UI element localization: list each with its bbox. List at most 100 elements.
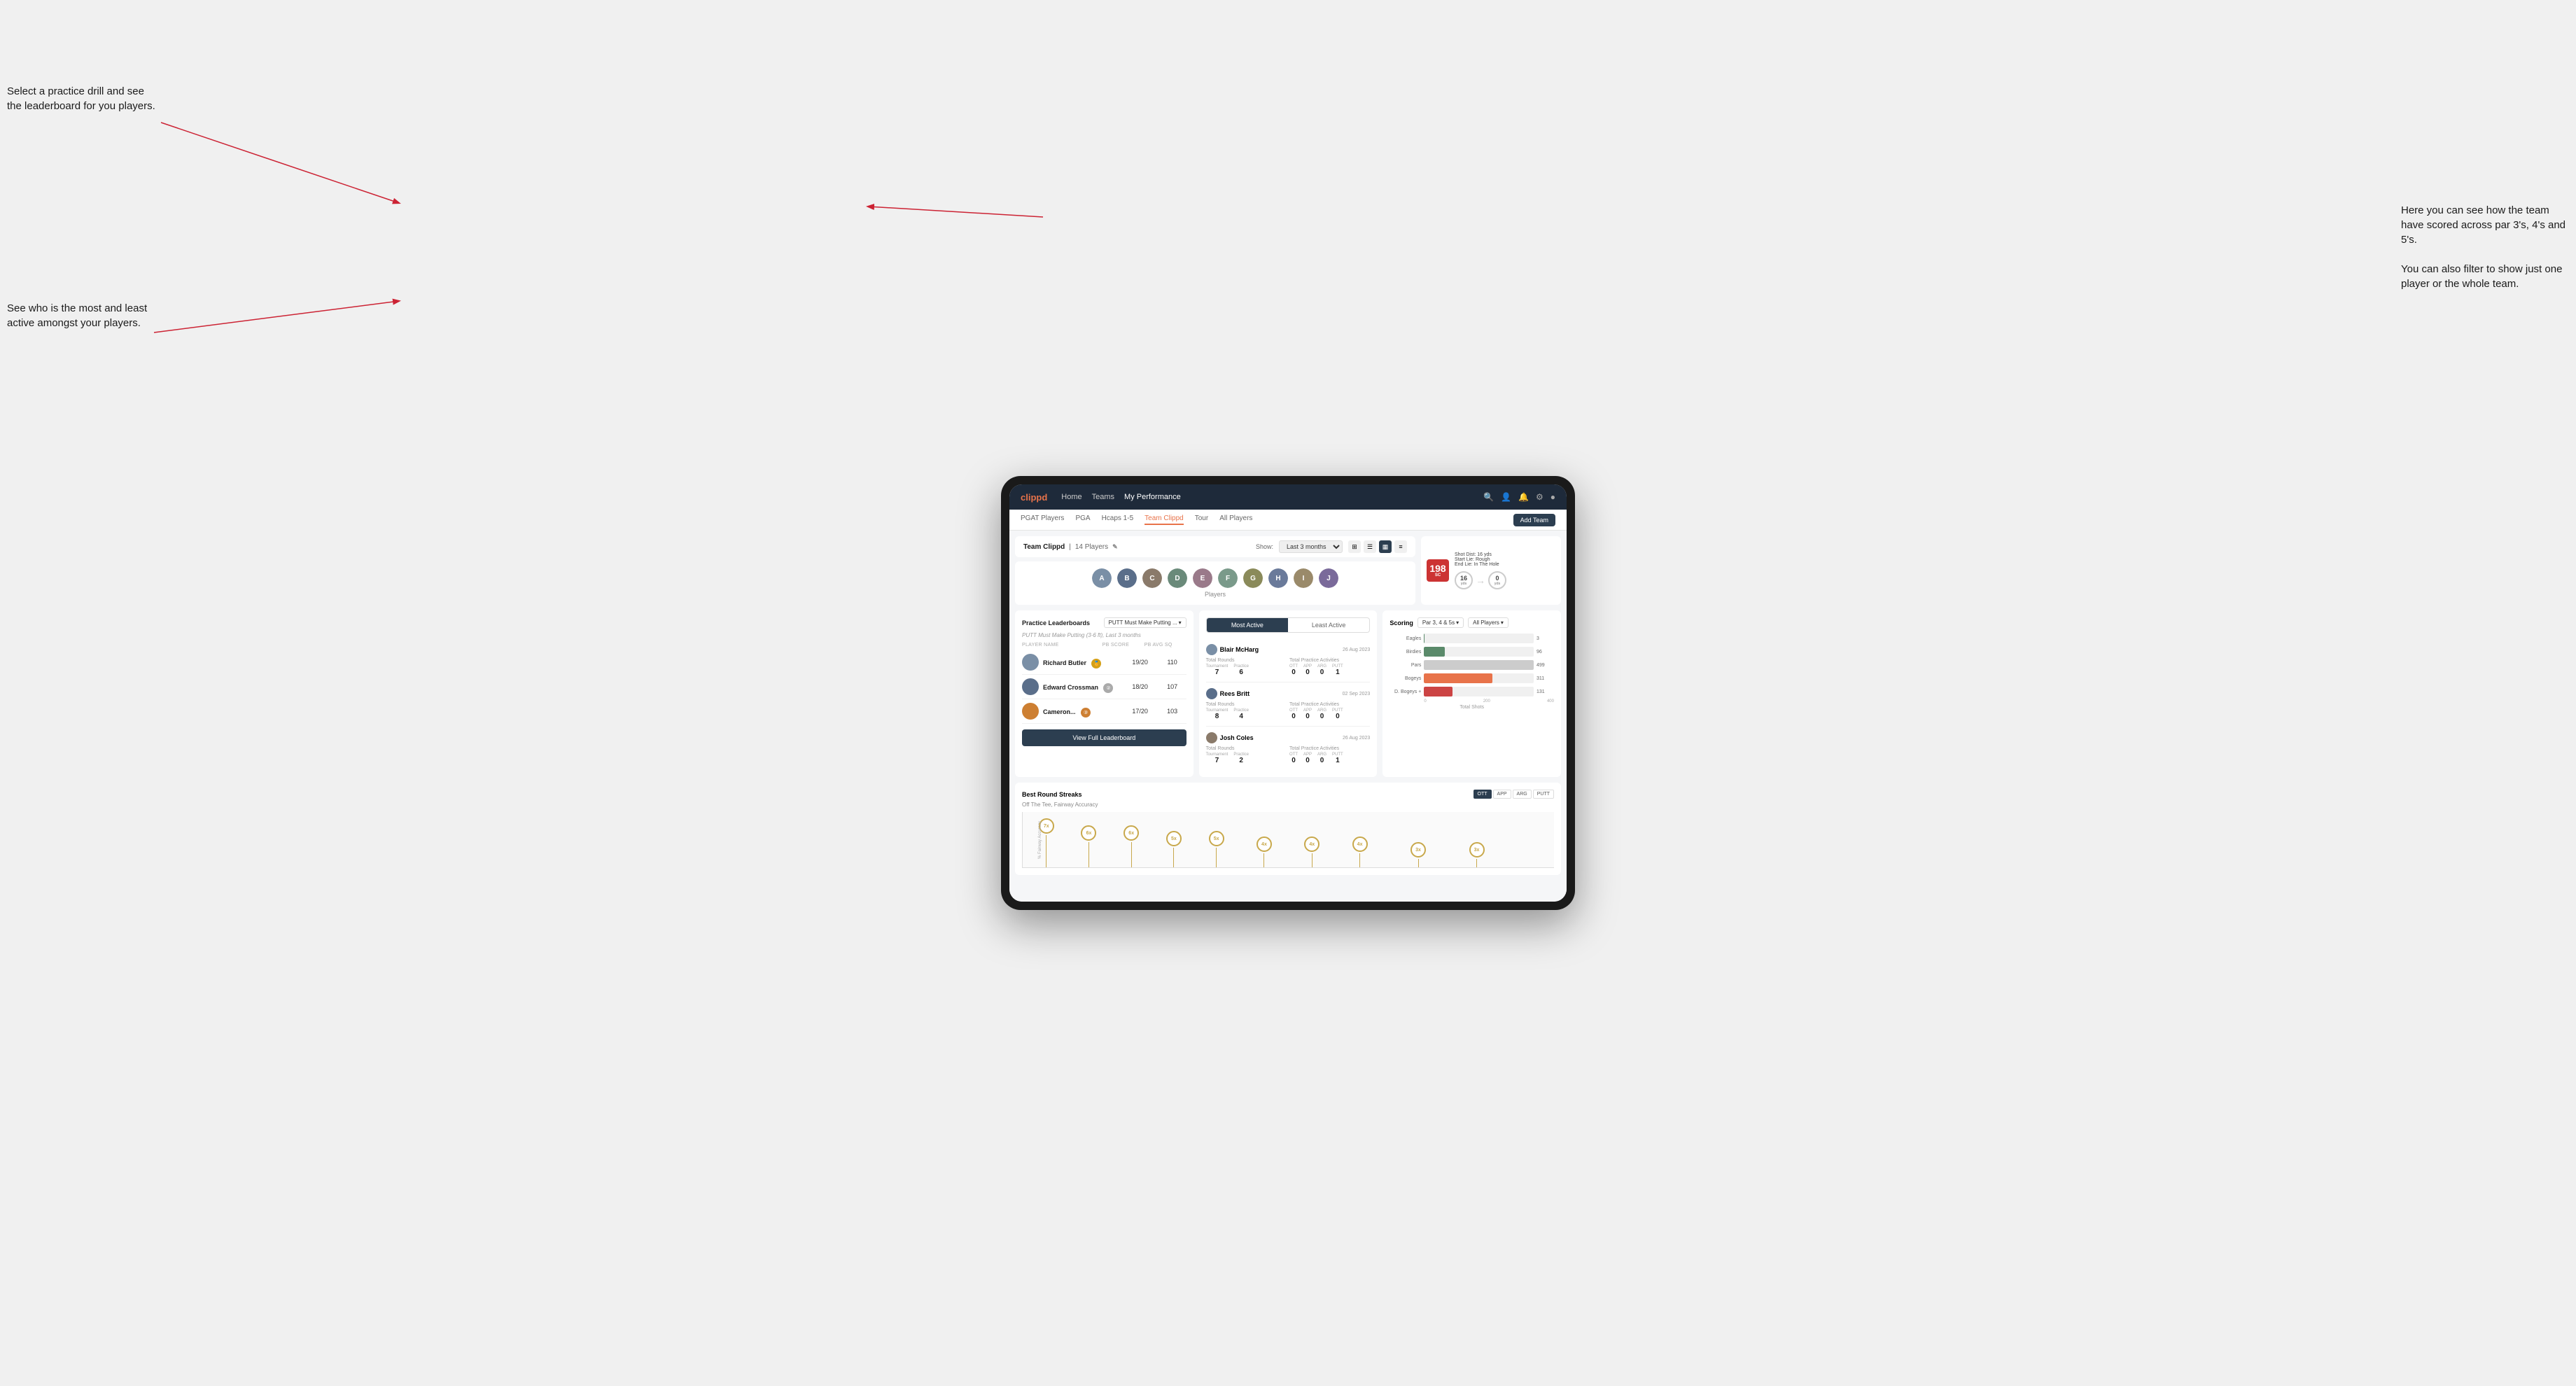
- add-team-button[interactable]: Add Team: [1513, 514, 1555, 526]
- nav-teams[interactable]: Teams: [1092, 493, 1114, 501]
- shot-number: 198: [1429, 564, 1446, 573]
- chevron-down-icon: ▾: [1179, 620, 1182, 626]
- shot-end-lie: End Lie: In The Hole: [1455, 562, 1506, 567]
- total-rounds-label-2: Total Rounds: [1206, 702, 1287, 707]
- avatar-2[interactable]: B: [1117, 568, 1137, 588]
- shot-dist: Shot Dist: 16 yds: [1455, 552, 1506, 557]
- dist-label-1: yds: [1461, 582, 1467, 586]
- avatar-4[interactable]: D: [1168, 568, 1187, 588]
- avatar-9[interactable]: I: [1294, 568, 1313, 588]
- detail-view-icon[interactable]: ≡: [1394, 540, 1407, 553]
- putt-val-1: 1: [1332, 668, 1343, 676]
- avatar-5[interactable]: E: [1193, 568, 1212, 588]
- subnav-pgat[interactable]: PGAT Players: [1021, 514, 1064, 525]
- x-tick-400: 400: [1547, 699, 1554, 704]
- streaks-title: Best Round Streaks: [1022, 791, 1082, 798]
- scoring-card: Scoring Par 3, 4 & 5s ▾ All Players ▾: [1382, 610, 1561, 777]
- player-info-3: Cameron... ③: [1043, 705, 1122, 718]
- total-practice-label-1: Total Practice Activities: [1289, 658, 1370, 663]
- list-view-icon[interactable]: ☰: [1364, 540, 1376, 553]
- par-filter-label: Par 3, 4 & 5s: [1422, 620, 1455, 626]
- time-range-select[interactable]: Last 3 months Last month Last 6 months: [1279, 540, 1343, 553]
- annotation-bottom-left: See who is the most and least active amo…: [7, 301, 161, 330]
- streak-line-4: [1173, 848, 1174, 867]
- bar-fill-dbogeys: [1424, 687, 1452, 696]
- tab-most-active[interactable]: Most Active: [1207, 618, 1288, 632]
- col-pb-avg: PB AVG SQ: [1144, 643, 1186, 648]
- app-v2: 0: [1303, 713, 1312, 720]
- chevron-player-icon: ▾: [1501, 620, 1504, 626]
- best-streaks-card: Best Round Streaks OTT APP ARG PUTT Off …: [1015, 783, 1561, 875]
- avatar-10[interactable]: J: [1319, 568, 1338, 588]
- filter-putt[interactable]: PUTT: [1533, 790, 1554, 799]
- top-nav: clippd Home Teams My Performance 🔍 👤 🔔 ⚙…: [1009, 484, 1567, 510]
- view-full-leaderboard-button[interactable]: View Full Leaderboard: [1022, 729, 1186, 746]
- player-avatar-2: [1022, 678, 1039, 695]
- ott-v2: 0: [1289, 713, 1298, 720]
- streak-line-5: [1216, 848, 1217, 867]
- filter-arg[interactable]: ARG: [1513, 790, 1532, 799]
- filter-app[interactable]: APP: [1493, 790, 1511, 799]
- card-view-icon[interactable]: ▦: [1379, 540, 1392, 553]
- streak-badge-5: 5x: [1209, 831, 1224, 846]
- activity-avatar-2: [1206, 688, 1217, 699]
- shot-info-card: 198 SC Shot Dist: 16 yds Start Lie: Roug…: [1421, 536, 1561, 605]
- team-player-count: |: [1069, 543, 1071, 551]
- subnav-team[interactable]: Team Clippd: [1144, 514, 1184, 525]
- drill-dropdown[interactable]: PUTT Must Make Putting ... ▾: [1104, 617, 1186, 628]
- filter-ott[interactable]: OTT: [1474, 790, 1492, 799]
- nav-performance[interactable]: My Performance: [1124, 493, 1181, 501]
- app-val-1: 0: [1303, 668, 1312, 676]
- edit-icon[interactable]: ✎: [1112, 543, 1118, 551]
- subnav-pga[interactable]: PGA: [1075, 514, 1090, 525]
- bar-label-dbogeys: D. Bogeys +: [1390, 690, 1421, 694]
- person-icon[interactable]: 👤: [1501, 492, 1511, 502]
- tab-least-active[interactable]: Least Active: [1288, 618, 1369, 632]
- shot-start-lie: Start Lie: Rough: [1455, 557, 1506, 562]
- tournament-val-1: 7: [1206, 668, 1228, 676]
- bar-label-bogeys: Bogeys: [1390, 676, 1421, 681]
- bar-val-dbogeys: 131: [1536, 690, 1554, 694]
- avatar-1[interactable]: A: [1092, 568, 1112, 588]
- grid-view-icon[interactable]: ⊞: [1348, 540, 1361, 553]
- arg-val-1: 0: [1317, 668, 1326, 676]
- shot-number-box: 198 SC: [1427, 559, 1449, 582]
- player-filter-dropdown[interactable]: All Players ▾: [1468, 617, 1508, 628]
- players-avatars-card: A B C D E F G H I J Players: [1015, 561, 1415, 605]
- settings-icon[interactable]: ⚙: [1536, 492, 1544, 502]
- content-area: Team Clippd | 14 Players ✎ Show: Last 3 …: [1009, 531, 1567, 902]
- streak-badge-10: 3x: [1469, 842, 1485, 858]
- bar-val-bogeys: 311: [1536, 676, 1554, 681]
- subnav-tour[interactable]: Tour: [1195, 514, 1208, 525]
- bell-icon[interactable]: 🔔: [1518, 492, 1529, 502]
- activity-stats-3: Total Rounds Tournament 7 Practice 2: [1206, 746, 1371, 764]
- avatar-icon[interactable]: ●: [1550, 492, 1555, 502]
- streak-badge-6: 4x: [1256, 836, 1272, 852]
- list-item: Josh Coles 26 Aug 2023 Total Rounds Tour…: [1206, 727, 1371, 770]
- avatar-3[interactable]: C: [1142, 568, 1162, 588]
- nav-home[interactable]: Home: [1061, 493, 1082, 501]
- ott-stat-1: OTT 0: [1289, 664, 1298, 676]
- practice-activities-row-1: OTT 0 APP 0 ARG 0: [1289, 664, 1370, 676]
- tablet-frame: clippd Home Teams My Performance 🔍 👤 🔔 ⚙…: [1001, 476, 1575, 910]
- arg-v2: 0: [1317, 713, 1326, 720]
- subnav-all-players[interactable]: All Players: [1219, 514, 1252, 525]
- avatar-7[interactable]: G: [1243, 568, 1263, 588]
- bar-label-pars: Pars: [1390, 663, 1421, 668]
- practice-stat-2: Practice 4: [1233, 708, 1249, 720]
- team-count: 14 Players: [1075, 543, 1108, 551]
- avatar-8[interactable]: H: [1268, 568, 1288, 588]
- par-filter-dropdown[interactable]: Par 3, 4 & 5s ▾: [1418, 617, 1464, 628]
- tablet-screen: clippd Home Teams My Performance 🔍 👤 🔔 ⚙…: [1009, 484, 1567, 902]
- tournament-stat-3: Tournament 7: [1206, 752, 1228, 764]
- practice-v3: 2: [1233, 757, 1249, 764]
- subnav-hcaps[interactable]: Hcaps 1-5: [1102, 514, 1134, 525]
- total-rounds-group-2: Total Rounds Tournament 8 Practice 4: [1206, 702, 1287, 720]
- streak-line-3: [1131, 842, 1132, 867]
- total-practice-label-3: Total Practice Activities: [1289, 746, 1370, 751]
- activity-date-1: 26 Aug 2023: [1343, 648, 1370, 652]
- streaks-header: Best Round Streaks OTT APP ARG PUTT: [1022, 790, 1554, 799]
- search-icon[interactable]: 🔍: [1483, 492, 1494, 502]
- dist-label-2: yds: [1494, 582, 1501, 586]
- avatar-6[interactable]: F: [1218, 568, 1238, 588]
